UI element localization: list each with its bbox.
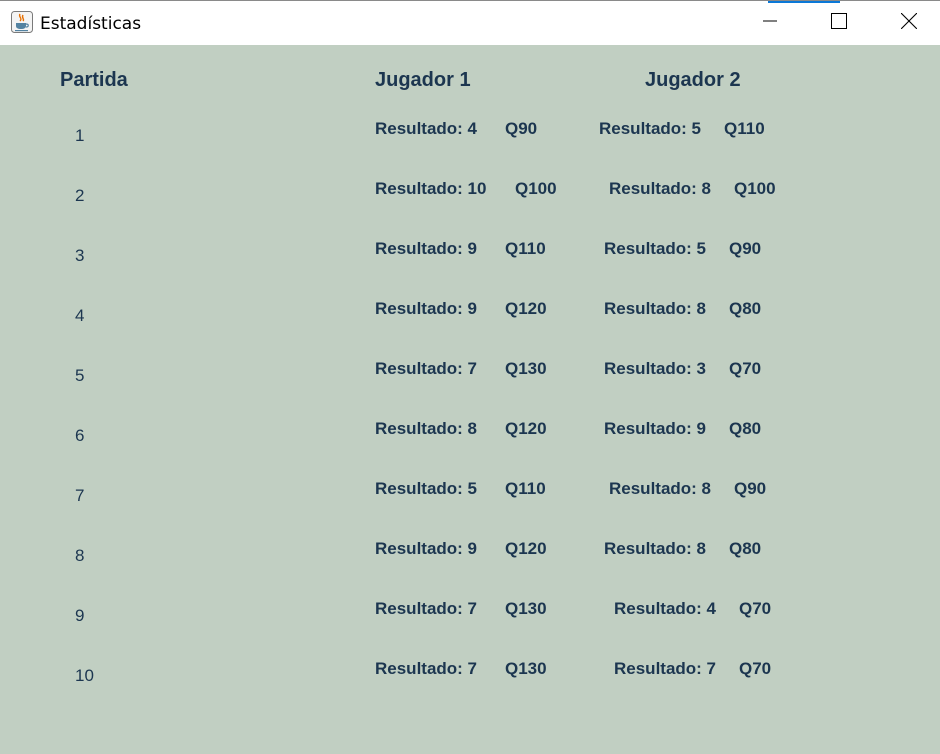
jugador1-result: Resultado: 9 xyxy=(375,299,478,318)
stats-panel: Partida Jugador 1 Jugador 2 1 Resultado:… xyxy=(0,45,940,754)
jugador1-q: Q110 xyxy=(505,479,546,498)
jugador2-q: Q70 xyxy=(739,659,772,678)
partida-number: 10 xyxy=(75,666,94,685)
jugador1-result: Resultado: 9 xyxy=(375,539,478,558)
jugador1-result: Resultado: 7 xyxy=(375,659,478,678)
jugador1-q: Q130 xyxy=(505,599,547,618)
jugador1-q: Q100 xyxy=(515,179,557,198)
header-jugador-1: Jugador 1 xyxy=(375,69,471,91)
jugador1-q: Q90 xyxy=(505,119,538,138)
jugador1-q: Q130 xyxy=(505,359,547,378)
partida-number: 2 xyxy=(75,186,85,205)
jugador1-result: Resultado: 7 xyxy=(375,359,478,378)
jugador2-result: Resultado: 5 xyxy=(599,119,702,138)
close-icon xyxy=(900,12,918,34)
jugador2-q: Q80 xyxy=(729,539,762,558)
header-partida: Partida xyxy=(60,69,128,91)
jugador2-q: Q70 xyxy=(729,359,762,378)
partida-number: 7 xyxy=(75,486,85,505)
jugador2-q: Q90 xyxy=(734,479,767,498)
window-title: Estadísticas xyxy=(40,14,142,34)
jugador2-result: Resultado: 8 xyxy=(609,479,712,498)
minimize-icon xyxy=(763,14,777,33)
jugador1-result: Resultado: 9 xyxy=(375,239,478,258)
jugador2-q: Q80 xyxy=(729,419,762,438)
jugador2-result: Resultado: 4 xyxy=(614,599,717,618)
maximize-icon xyxy=(831,13,847,34)
title-bar[interactable]: Estadísticas xyxy=(0,0,940,45)
partida-number: 4 xyxy=(75,306,85,325)
jugador2-q: Q90 xyxy=(729,239,762,258)
partida-number: 8 xyxy=(75,546,85,565)
close-button[interactable] xyxy=(874,1,940,46)
java-cup-icon[interactable] xyxy=(11,11,33,33)
jugador2-result: Resultado: 9 xyxy=(604,419,707,438)
minimize-button[interactable] xyxy=(735,1,805,46)
jugador2-result: Resultado: 8 xyxy=(604,299,707,318)
jugador2-result: Resultado: 7 xyxy=(614,659,717,678)
jugador1-result: Resultado: 10 xyxy=(375,179,487,198)
header-jugador-2: Jugador 2 xyxy=(645,69,741,91)
partida-number: 6 xyxy=(75,426,85,445)
jugador1-result: Resultado: 5 xyxy=(375,479,478,498)
jugador2-q: Q70 xyxy=(739,599,772,618)
jugador1-result: Resultado: 8 xyxy=(375,419,478,438)
jugador1-result: Resultado: 7 xyxy=(375,599,478,618)
jugador2-result: Resultado: 8 xyxy=(604,539,707,558)
maximize-button[interactable] xyxy=(804,1,874,46)
jugador1-q: Q120 xyxy=(505,419,547,438)
jugador2-result: Resultado: 8 xyxy=(609,179,712,198)
jugador1-q: Q130 xyxy=(505,659,547,678)
partida-number: 9 xyxy=(75,606,85,625)
jugador2-q: Q100 xyxy=(734,179,776,198)
jugador2-result: Resultado: 3 xyxy=(604,359,707,378)
jugador2-q: Q110 xyxy=(724,119,765,138)
partida-number: 1 xyxy=(75,126,85,145)
jugador1-result: Resultado: 4 xyxy=(375,119,478,138)
partida-number: 5 xyxy=(75,366,85,385)
jugador1-q: Q120 xyxy=(505,539,547,558)
jugador1-q: Q120 xyxy=(505,299,547,318)
jugador2-q: Q80 xyxy=(729,299,762,318)
partida-number: 3 xyxy=(75,246,85,265)
jugador1-q: Q110 xyxy=(505,239,546,258)
jugador2-result: Resultado: 5 xyxy=(604,239,707,258)
